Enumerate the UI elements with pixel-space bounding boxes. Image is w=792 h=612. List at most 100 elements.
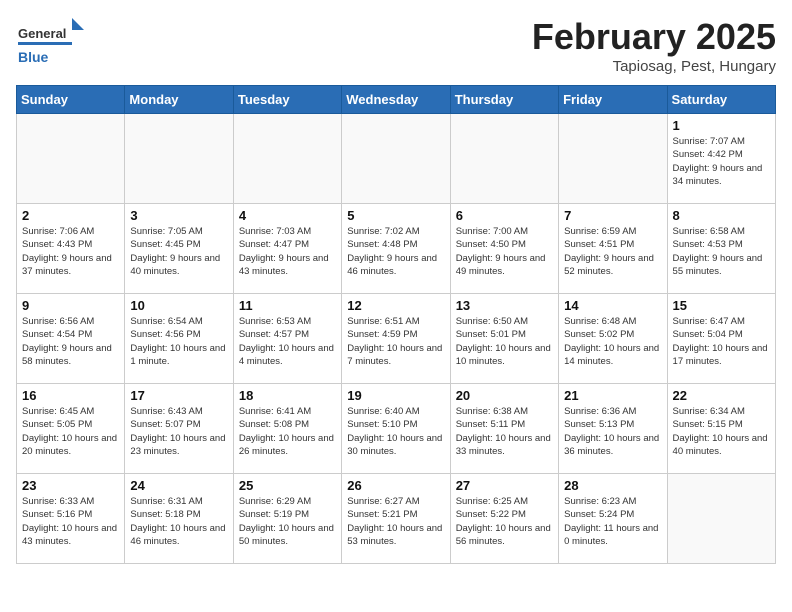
- day-number: 4: [239, 208, 336, 223]
- day-info: Sunrise: 6:47 AM Sunset: 5:04 PM Dayligh…: [673, 315, 770, 368]
- day-info: Sunrise: 6:48 AM Sunset: 5:02 PM Dayligh…: [564, 315, 661, 368]
- day-info: Sunrise: 6:31 AM Sunset: 5:18 PM Dayligh…: [130, 495, 227, 548]
- calendar-day-cell: [342, 114, 450, 204]
- calendar-day-cell: 26 Sunrise: 6:27 AM Sunset: 5:21 PM Dayli…: [342, 474, 450, 564]
- day-number: 26: [347, 478, 444, 493]
- day-info: Sunrise: 7:06 AM Sunset: 4:43 PM Dayligh…: [22, 225, 119, 278]
- calendar-day-cell: [17, 114, 125, 204]
- day-number: 3: [130, 208, 227, 223]
- day-info: Sunrise: 6:25 AM Sunset: 5:22 PM Dayligh…: [456, 495, 553, 548]
- day-info: Sunrise: 6:36 AM Sunset: 5:13 PM Dayligh…: [564, 405, 661, 458]
- calendar-day-cell: [450, 114, 558, 204]
- day-number: 2: [22, 208, 119, 223]
- column-header-tuesday: Tuesday: [233, 86, 341, 114]
- day-number: 23: [22, 478, 119, 493]
- day-info: Sunrise: 6:53 AM Sunset: 4:57 PM Dayligh…: [239, 315, 336, 368]
- column-header-thursday: Thursday: [450, 86, 558, 114]
- calendar-day-cell: [667, 474, 775, 564]
- day-number: 27: [456, 478, 553, 493]
- calendar-day-cell: 4 Sunrise: 7:03 AM Sunset: 4:47 PM Daylig…: [233, 204, 341, 294]
- day-info: Sunrise: 6:59 AM Sunset: 4:51 PM Dayligh…: [564, 225, 661, 278]
- calendar-day-cell: 1 Sunrise: 7:07 AM Sunset: 4:42 PM Daylig…: [667, 114, 775, 204]
- calendar-day-cell: 15Sunrise: 6:47 AM Sunset: 5:04 PM Dayli…: [667, 294, 775, 384]
- day-number: 14: [564, 298, 661, 313]
- calendar-day-cell: 5 Sunrise: 7:02 AM Sunset: 4:48 PM Daylig…: [342, 204, 450, 294]
- calendar-day-cell: 18Sunrise: 6:41 AM Sunset: 5:08 PM Dayli…: [233, 384, 341, 474]
- day-info: Sunrise: 7:00 AM Sunset: 4:50 PM Dayligh…: [456, 225, 553, 278]
- day-number: 1: [673, 118, 770, 133]
- calendar-day-cell: [559, 114, 667, 204]
- calendar-day-cell: 2 Sunrise: 7:06 AM Sunset: 4:43 PM Daylig…: [17, 204, 125, 294]
- calendar-day-cell: 16 Sunrise: 6:45 AM Sunset: 5:05 PM Dayli…: [17, 384, 125, 474]
- calendar-week-row: 1 Sunrise: 7:07 AM Sunset: 4:42 PM Daylig…: [17, 114, 776, 204]
- calendar-day-cell: 6 Sunrise: 7:00 AM Sunset: 4:50 PM Daylig…: [450, 204, 558, 294]
- svg-text:General: General: [18, 26, 66, 41]
- day-info: Sunrise: 6:54 AM Sunset: 4:56 PM Dayligh…: [130, 315, 227, 368]
- day-number: 6: [456, 208, 553, 223]
- page-header: General Blue February 2025 Tapiosag, Pes…: [16, 16, 776, 75]
- day-info: Sunrise: 6:51 AM Sunset: 4:59 PM Dayligh…: [347, 315, 444, 368]
- day-info: Sunrise: 6:41 AM Sunset: 5:08 PM Dayligh…: [239, 405, 336, 458]
- day-info: Sunrise: 6:27 AM Sunset: 5:21 PM Dayligh…: [347, 495, 444, 548]
- day-number: 5: [347, 208, 444, 223]
- calendar-day-cell: 20 Sunrise: 6:38 AM Sunset: 5:11 PM Dayli…: [450, 384, 558, 474]
- day-number: 19: [347, 388, 444, 403]
- calendar-header-row: SundayMondayTuesdayWednesdayThursdayFrid…: [17, 86, 776, 114]
- column-header-monday: Monday: [125, 86, 233, 114]
- day-number: 10: [130, 298, 227, 313]
- day-info: Sunrise: 7:07 AM Sunset: 4:42 PM Dayligh…: [673, 135, 770, 188]
- day-number: 16: [22, 388, 119, 403]
- day-number: 8: [673, 208, 770, 223]
- calendar-day-cell: 19 Sunrise: 6:40 AM Sunset: 5:10 PM Dayli…: [342, 384, 450, 474]
- day-info: Sunrise: 7:02 AM Sunset: 4:48 PM Dayligh…: [347, 225, 444, 278]
- calendar-day-cell: 9 Sunrise: 6:56 AM Sunset: 4:54 PM Daylig…: [17, 294, 125, 384]
- calendar-day-cell: [233, 114, 341, 204]
- calendar-week-row: 2 Sunrise: 7:06 AM Sunset: 4:43 PM Daylig…: [17, 204, 776, 294]
- day-info: Sunrise: 6:50 AM Sunset: 5:01 PM Dayligh…: [456, 315, 553, 368]
- svg-text:Blue: Blue: [18, 49, 49, 65]
- day-info: Sunrise: 6:23 AM Sunset: 5:24 PM Dayligh…: [564, 495, 661, 548]
- calendar-week-row: 16 Sunrise: 6:45 AM Sunset: 5:05 PM Dayli…: [17, 384, 776, 474]
- month-title: February 2025: [532, 16, 776, 58]
- calendar-day-cell: 13 Sunrise: 6:50 AM Sunset: 5:01 PM Dayli…: [450, 294, 558, 384]
- logo: General Blue: [16, 16, 86, 71]
- calendar-day-cell: 25 Sunrise: 6:29 AM Sunset: 5:19 PM Dayli…: [233, 474, 341, 564]
- calendar-day-cell: 23 Sunrise: 6:33 AM Sunset: 5:16 PM Dayli…: [17, 474, 125, 564]
- calendar-day-cell: 22Sunrise: 6:34 AM Sunset: 5:15 PM Dayli…: [667, 384, 775, 474]
- day-number: 24: [130, 478, 227, 493]
- title-block: February 2025 Tapiosag, Pest, Hungary: [532, 16, 776, 75]
- day-info: Sunrise: 6:56 AM Sunset: 4:54 PM Dayligh…: [22, 315, 119, 368]
- calendar-day-cell: 24 Sunrise: 6:31 AM Sunset: 5:18 PM Dayli…: [125, 474, 233, 564]
- day-info: Sunrise: 6:40 AM Sunset: 5:10 PM Dayligh…: [347, 405, 444, 458]
- day-info: Sunrise: 6:43 AM Sunset: 5:07 PM Dayligh…: [130, 405, 227, 458]
- day-number: 11: [239, 298, 336, 313]
- calendar-day-cell: 14 Sunrise: 6:48 AM Sunset: 5:02 PM Dayli…: [559, 294, 667, 384]
- day-number: 13: [456, 298, 553, 313]
- day-info: Sunrise: 7:03 AM Sunset: 4:47 PM Dayligh…: [239, 225, 336, 278]
- day-info: Sunrise: 6:29 AM Sunset: 5:19 PM Dayligh…: [239, 495, 336, 548]
- day-number: 17: [130, 388, 227, 403]
- location: Tapiosag, Pest, Hungary: [532, 58, 776, 75]
- day-number: 25: [239, 478, 336, 493]
- day-info: Sunrise: 6:58 AM Sunset: 4:53 PM Dayligh…: [673, 225, 770, 278]
- column-header-sunday: Sunday: [17, 86, 125, 114]
- calendar-day-cell: 10 Sunrise: 6:54 AM Sunset: 4:56 PM Dayli…: [125, 294, 233, 384]
- calendar-day-cell: 8 Sunrise: 6:58 AM Sunset: 4:53 PM Daylig…: [667, 204, 775, 294]
- column-header-friday: Friday: [559, 86, 667, 114]
- calendar-day-cell: 3 Sunrise: 7:05 AM Sunset: 4:45 PM Daylig…: [125, 204, 233, 294]
- calendar-day-cell: 21Sunrise: 6:36 AM Sunset: 5:13 PM Dayli…: [559, 384, 667, 474]
- day-number: 22: [673, 388, 770, 403]
- calendar-table: SundayMondayTuesdayWednesdayThursdayFrid…: [16, 85, 776, 564]
- day-number: 20: [456, 388, 553, 403]
- day-info: Sunrise: 7:05 AM Sunset: 4:45 PM Dayligh…: [130, 225, 227, 278]
- calendar-day-cell: 17 Sunrise: 6:43 AM Sunset: 5:07 PM Dayli…: [125, 384, 233, 474]
- calendar-week-row: 23 Sunrise: 6:33 AM Sunset: 5:16 PM Dayli…: [17, 474, 776, 564]
- day-info: Sunrise: 6:45 AM Sunset: 5:05 PM Dayligh…: [22, 405, 119, 458]
- day-info: Sunrise: 6:33 AM Sunset: 5:16 PM Dayligh…: [22, 495, 119, 548]
- calendar-day-cell: 27 Sunrise: 6:25 AM Sunset: 5:22 PM Dayli…: [450, 474, 558, 564]
- day-number: 9: [22, 298, 119, 313]
- day-number: 7: [564, 208, 661, 223]
- calendar-day-cell: 11 Sunrise: 6:53 AM Sunset: 4:57 PM Dayli…: [233, 294, 341, 384]
- column-header-saturday: Saturday: [667, 86, 775, 114]
- day-info: Sunrise: 6:38 AM Sunset: 5:11 PM Dayligh…: [456, 405, 553, 458]
